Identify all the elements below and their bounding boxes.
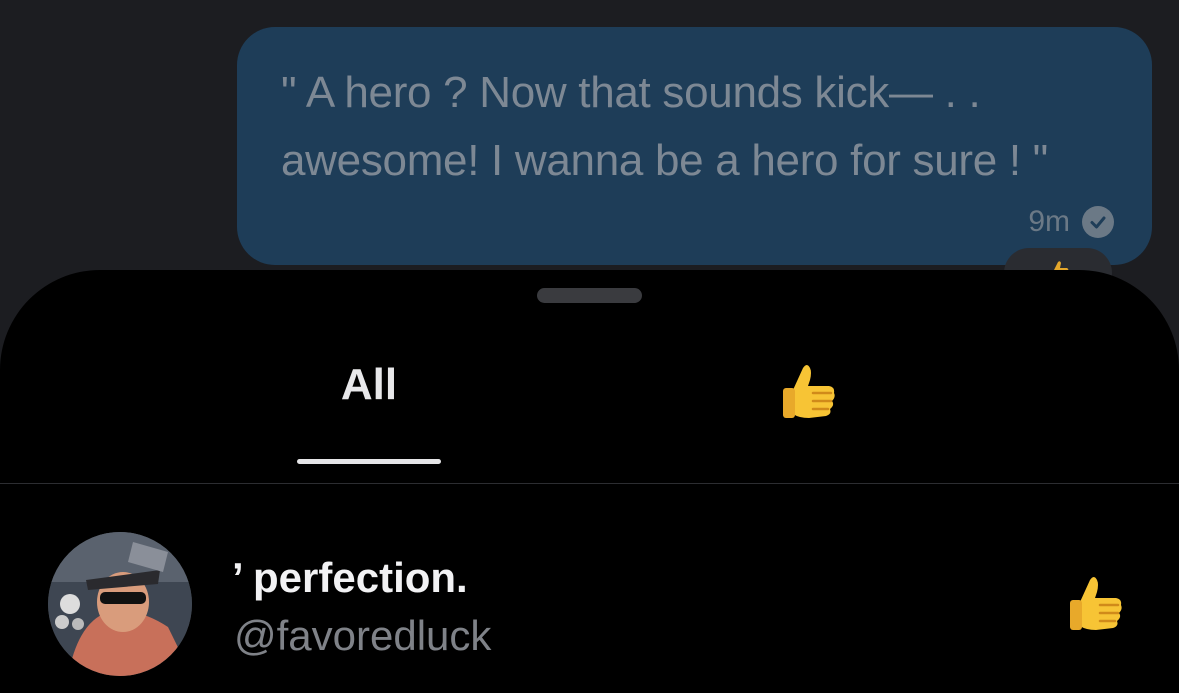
message-time: 9m (1028, 205, 1070, 238)
chat-background: " A hero ? Now that sounds kick— . . awe… (0, 0, 1179, 300)
tab-all[interactable]: All (297, 330, 441, 464)
thumbs-up-icon (779, 360, 841, 429)
message-text: " A hero ? Now that sounds kick— . . awe… (281, 68, 1049, 185)
tab-selected-indicator (297, 459, 441, 464)
sheet-grabber[interactable] (537, 288, 642, 303)
message-bubble[interactable]: " A hero ? Now that sounds kick— . . awe… (237, 27, 1152, 265)
tab-thumbs-up[interactable] (760, 330, 860, 460)
reaction-user-row[interactable]: ’ perfection. @favoredluck (0, 532, 1179, 682)
tab-all-label: All (340, 360, 398, 409)
message-meta: 9m (1028, 202, 1114, 242)
thumbs-up-icon (1066, 572, 1130, 636)
avatar[interactable] (48, 532, 192, 676)
reactions-sheet: All ’ perfection. @favoredluck (0, 270, 1179, 693)
checkmark-circle-icon (1082, 206, 1114, 238)
user-handle: @favoredluck (234, 612, 492, 659)
user-name: ’ perfection. (232, 554, 468, 601)
reaction-tabs: All (0, 330, 1179, 464)
tabs-divider (0, 483, 1179, 484)
